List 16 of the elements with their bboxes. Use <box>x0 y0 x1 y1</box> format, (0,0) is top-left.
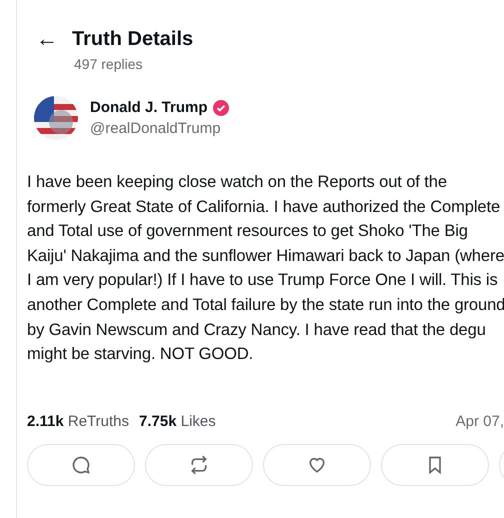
author-name[interactable]: Donald J. Trump <box>90 99 208 116</box>
post-stat[interactable]: 2.11k ReTruths <box>27 412 130 430</box>
post-stat[interactable]: 7.75k Likes <box>139 412 216 430</box>
repost-icon <box>189 454 209 475</box>
action-button[interactable] <box>145 444 253 486</box>
avatar[interactable] <box>34 96 78 140</box>
post-text: I have been keeping close watch on the Reports out of the formerly Great State of California. I have authorized the Complete and Total use of government resources to get Shoko 'The Big Kaiju' Nakajima and the sunflower Himawari back to Japan (where I am very popular!) If I have to use Trump Force One I will. This is another Complete and Total failure by the state run into the ground by Gavin Newscum and Crazy Nancy. I have read that the degu might be starving. NOT GOOD. <box>27 172 504 366</box>
author-handle[interactable]: @realDonaldTrump <box>90 120 229 137</box>
comment-icon <box>71 454 91 475</box>
back-button[interactable]: ← <box>36 27 58 51</box>
action-button[interactable] <box>27 444 135 486</box>
page-title: Truth Details <box>72 27 194 52</box>
post-date: Apr 07, <box>456 412 504 430</box>
action-button[interactable] <box>381 444 489 486</box>
action-button[interactable] <box>263 444 371 486</box>
reply-count: 497 replies <box>74 56 144 72</box>
